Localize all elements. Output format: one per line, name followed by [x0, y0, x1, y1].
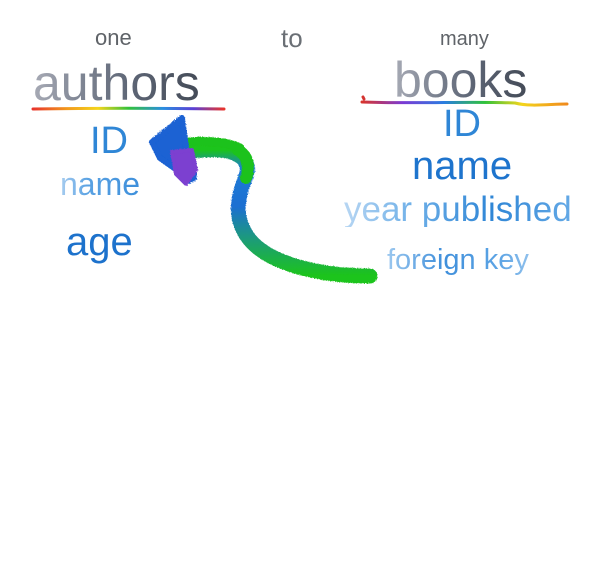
arrow-head-purple — [170, 148, 198, 186]
arrow-shaft-upper-green — [177, 136, 245, 153]
relationship-arrow — [149, 115, 378, 284]
cardinality-many-label: many — [440, 28, 489, 50]
authors-field-id: ID — [90, 120, 128, 162]
books-table-title: books — [394, 52, 528, 108]
arrow-shaft-green-hook — [232, 144, 254, 184]
cardinality-connector-label: to — [281, 23, 303, 53]
arrow-shaft — [170, 142, 378, 284]
books-field-id: ID — [443, 103, 481, 145]
cardinality-one-label: one — [95, 25, 132, 50]
authors-table-title: authors — [33, 55, 200, 111]
books-field-name: name — [412, 144, 513, 188]
arrow-head — [149, 115, 197, 185]
authors-field-name: name — [60, 166, 141, 202]
books-field-year-published: year published — [344, 190, 572, 229]
books-field-foreign-key: foreign key — [387, 244, 529, 276]
authors-field-age: age — [66, 220, 133, 264]
